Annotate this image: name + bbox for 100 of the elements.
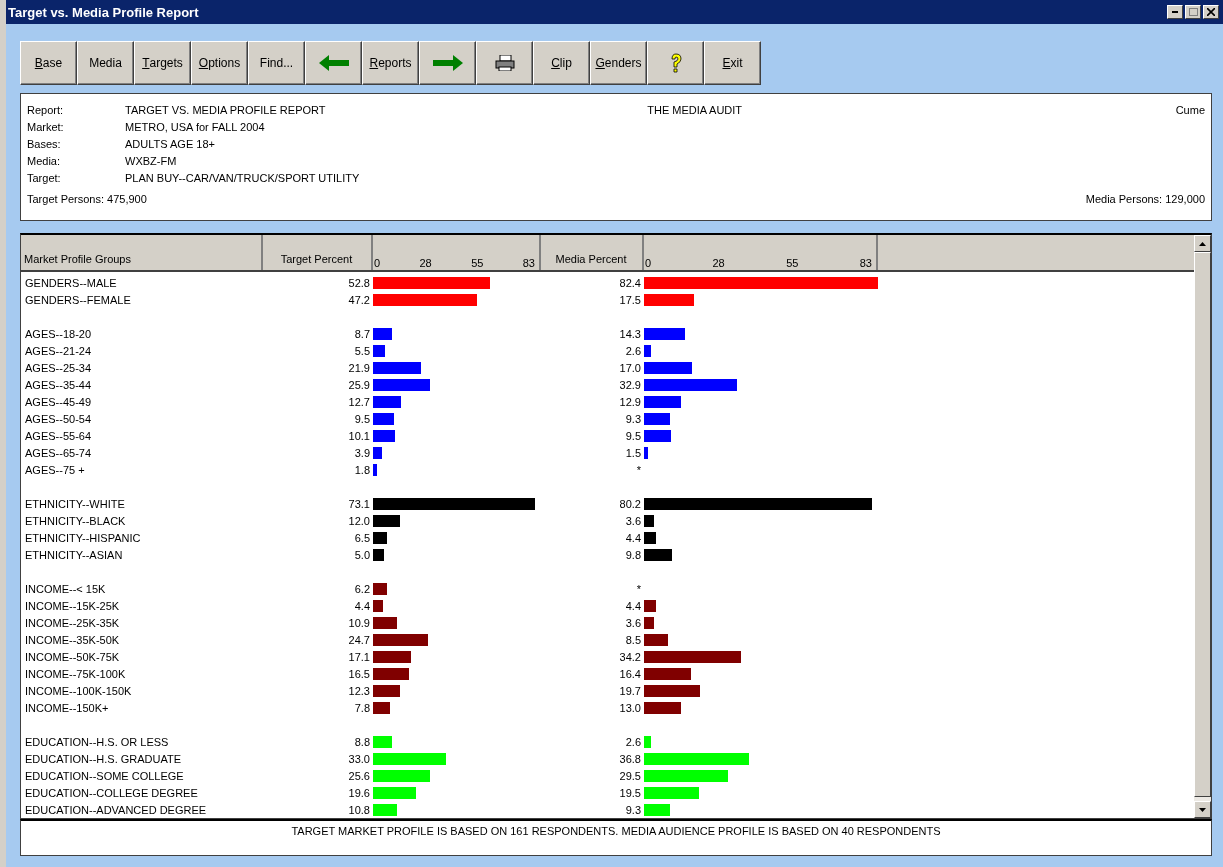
group-label: AGES--18-20 — [24, 327, 93, 340]
right-arrow-icon — [432, 55, 463, 71]
target-percent: 3.9 — [353, 446, 371, 459]
target-percent: 52.8 — [347, 276, 371, 289]
toolbar-button[interactable]: Exit — [704, 41, 761, 85]
media-percent: 29.5 — [618, 769, 642, 782]
field-label: Report: — [27, 103, 65, 118]
media-percent: 2.6 — [624, 344, 642, 357]
media-percent: * — [635, 582, 642, 595]
maximize-button[interactable] — [1185, 5, 1201, 19]
toolbar-button[interactable]: Genders — [590, 41, 647, 85]
group-label: GENDERS--MALE — [24, 276, 118, 289]
axis-tick: 28 — [712, 257, 725, 269]
group-label: EDUCATION--H.S. GRADUATE — [24, 752, 183, 765]
media-percent: 36.8 — [618, 752, 642, 765]
scrollbar[interactable] — [1194, 235, 1211, 818]
target-percent: 10.8 — [347, 803, 371, 816]
target-percent: 6.2 — [353, 582, 371, 595]
target-percent: 8.8 — [353, 735, 371, 748]
media-percent: 80.2 — [618, 497, 642, 510]
minimize-icon — [1172, 11, 1178, 13]
footer-note: TARGET MARKET PROFILE IS BASED ON 161 RESPONDENTS. MEDIA AUDIENCE PROFILE IS BASED ON 40 RESPONDENTS — [291, 825, 941, 839]
toolbar-button[interactable]: Targets — [134, 41, 191, 85]
group-label: INCOME--75K-100K — [24, 667, 127, 680]
toolbar-button[interactable]: Find... — [248, 41, 305, 85]
group-label: AGES--55-64 — [24, 429, 93, 442]
media-percent: 1.5 — [624, 446, 642, 459]
group-label: INCOME--35K-50K — [24, 633, 121, 646]
axis-tick: 83 — [859, 257, 872, 269]
scroll-down-icon[interactable] — [1199, 807, 1206, 812]
group-label: INCOME--150K+ — [24, 701, 110, 714]
axis-tick: 0 — [374, 257, 381, 269]
toolbar-button[interactable]: Clip — [533, 41, 590, 85]
toolbar-button[interactable]: Base — [20, 41, 77, 85]
target-persons: Target Persons: 475,900 — [27, 193, 147, 205]
target-percent: 8.7 — [353, 327, 371, 340]
group-label: INCOME--50K-75K — [24, 650, 121, 663]
media-percent: 8.5 — [624, 633, 642, 646]
media-percent: 9.8 — [624, 548, 642, 561]
group-label: INCOME--100K-150K — [24, 684, 133, 697]
target-percent: 6.5 — [353, 531, 371, 544]
scroll-up-icon[interactable] — [1199, 241, 1206, 246]
group-label: AGES--65-74 — [24, 446, 93, 459]
media-percent: 9.3 — [624, 412, 642, 425]
target-percent: 9.5 — [353, 412, 371, 425]
help-button[interactable] — [647, 41, 704, 85]
group-label: EDUCATION--COLLEGE DEGREE — [24, 786, 199, 799]
media-percent: 17.0 — [618, 361, 642, 374]
group-label: INCOME--25K-35K — [24, 616, 121, 629]
axis-tick: 0 — [645, 257, 652, 269]
group-label: INCOME--< 15K — [24, 582, 107, 595]
target-percent: 25.9 — [347, 378, 371, 391]
target-percent: 5.5 — [353, 344, 371, 357]
group-label: EDUCATION--ADVANCED DEGREE — [24, 803, 208, 816]
group-label: ETHNICITY--HISPANIC — [24, 531, 142, 544]
target-percent: 16.5 — [347, 667, 371, 680]
field-value: PLAN BUY--CAR/VAN/TRUCK/SPORT UTILITY — [125, 171, 360, 186]
axis-tick: 83 — [522, 257, 535, 269]
axis-tick: 55 — [786, 257, 799, 269]
target-percent: 17.1 — [347, 650, 371, 663]
target-percent: 25.6 — [347, 769, 371, 782]
group-label: ETHNICITY--BLACK — [24, 514, 127, 527]
media-percent: 82.4 — [618, 276, 642, 289]
target-percent: 10.9 — [347, 616, 371, 629]
media-percent: * — [635, 463, 642, 476]
target-percent: 4.4 — [353, 599, 371, 612]
close-button[interactable] — [1203, 5, 1219, 19]
field-value: METRO, USA for FALL 2004 — [125, 120, 266, 135]
target-percent: 5.0 — [353, 548, 371, 561]
maximize-icon — [1188, 8, 1198, 16]
back-button[interactable] — [305, 41, 362, 85]
target-percent: 12.0 — [347, 514, 371, 527]
window-title: Target vs. Media Profile Report — [8, 4, 199, 20]
toolbar-button[interactable]: Options — [191, 41, 248, 85]
group-label: AGES--21-24 — [24, 344, 93, 357]
print-button[interactable] — [476, 41, 533, 85]
source-label: THE MEDIA AUDIT — [647, 103, 743, 118]
group-label: INCOME--15K-25K — [24, 599, 121, 612]
forward-button[interactable] — [419, 41, 476, 85]
minimize-button[interactable] — [1167, 5, 1183, 19]
media-percent: 4.4 — [624, 531, 642, 544]
media-percent: 34.2 — [618, 650, 642, 663]
column-header: Target Percent — [263, 235, 373, 270]
toolbar-button[interactable]: Reports — [362, 41, 419, 85]
printer-icon — [494, 55, 515, 71]
media-percent: 12.9 — [618, 395, 642, 408]
toolbar-button[interactable]: Media — [77, 41, 134, 85]
axis-tick: 55 — [471, 257, 484, 269]
group-label: EDUCATION--H.S. OR LESS — [24, 735, 170, 748]
media-percent: 32.9 — [618, 378, 642, 391]
close-icon — [1207, 8, 1215, 16]
target-percent: 7.8 — [353, 701, 371, 714]
media-percent: 9.3 — [624, 803, 642, 816]
target-percent: 24.7 — [347, 633, 371, 646]
media-percent: 3.6 — [624, 616, 642, 629]
media-percent: 13.0 — [618, 701, 642, 714]
field-value: ADULTS AGE 18+ — [125, 137, 216, 152]
group-label: ETHNICITY--ASIAN — [24, 548, 124, 561]
media-percent: 3.6 — [624, 514, 642, 527]
media-percent: 19.7 — [618, 684, 642, 697]
